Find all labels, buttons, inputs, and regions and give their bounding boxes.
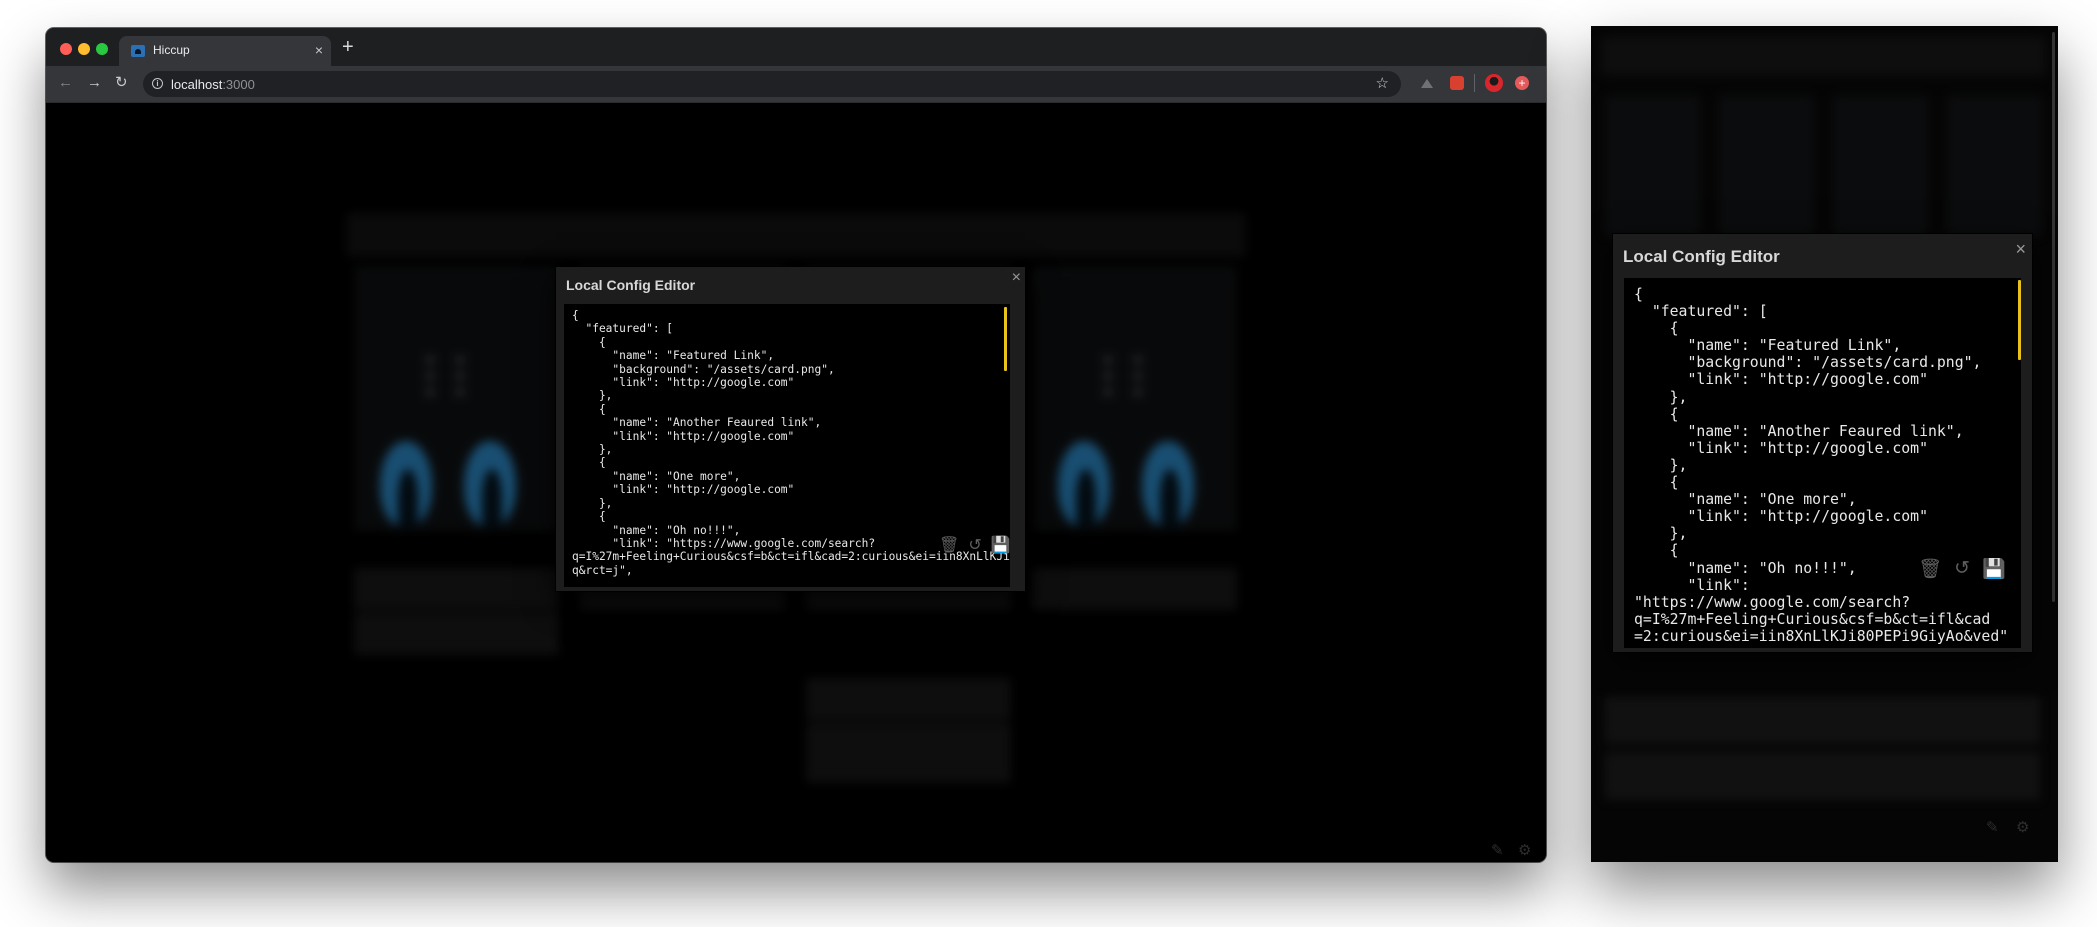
blurred-category-link — [1032, 568, 1237, 610]
blurred-eye-graphic — [1142, 441, 1194, 527]
panel-scrollbar[interactable] — [2052, 32, 2055, 602]
bookmark-star-icon[interactable]: ☆ — [1376, 74, 1389, 92]
hiccup-favicon-icon — [131, 45, 145, 57]
new-tab-button[interactable]: + — [342, 37, 354, 57]
blurred-eye-graphic — [1058, 441, 1110, 527]
trash-icon[interactable]: 🗑 — [1918, 557, 1942, 581]
code-scrollbar-thumb[interactable] — [1004, 307, 1007, 371]
blurred-featured-card — [354, 266, 559, 531]
blurred-category-link — [806, 723, 1011, 783]
blurred-eye-graphic — [464, 441, 516, 527]
config-editor-actions: 🗑 ↺ 💾 — [939, 535, 1011, 555]
url-host: localhost — [171, 77, 223, 92]
browser-window: Hiccup × + ← → ↻ i localhost:3000 ☆ + ✎ … — [46, 28, 1546, 862]
maximize-window-button[interactable] — [96, 43, 108, 55]
extension-triangle-icon[interactable] — [1421, 79, 1433, 88]
close-icon[interactable]: × — [2015, 239, 2026, 260]
tab-close-icon[interactable]: × — [315, 41, 323, 59]
screenshot-stage: Hiccup × + ← → ↻ i localhost:3000 ☆ + ✎ … — [0, 0, 2097, 927]
blurred-search-bar — [346, 213, 1246, 257]
minimize-window-button[interactable] — [78, 43, 90, 55]
extension-add-icon[interactable]: + — [1515, 76, 1529, 90]
blurred-dot — [1134, 372, 1142, 380]
trash-icon[interactable]: 🗑 — [939, 535, 959, 555]
page-settings-gear-icon[interactable]: ⚙ — [2016, 818, 2029, 836]
blurred-dot — [1104, 372, 1112, 380]
blurred-featured-card — [1833, 96, 1928, 236]
config-editor-modal-large: Local Config Editor × { "featured": [ { … — [1613, 234, 2032, 652]
blurred-dot — [1134, 356, 1142, 364]
blurred-eye-graphic — [380, 441, 432, 527]
blurred-featured-card — [1947, 96, 2042, 236]
url-text: localhost:3000 — [171, 77, 255, 92]
browser-tab-hiccup[interactable]: Hiccup × — [119, 36, 331, 66]
page-edit-pencil-icon[interactable]: ✎ — [1986, 818, 1999, 836]
blurred-dot — [426, 372, 434, 380]
narrow-view-panel: Local Config Editor × { "featured": [ { … — [1591, 26, 2058, 862]
save-icon[interactable]: 💾 — [1982, 557, 2006, 581]
blurred-category-link — [1605, 752, 2040, 800]
undo-icon[interactable]: ↺ — [968, 535, 981, 555]
blurred-category-link — [354, 613, 559, 655]
blurred-dot — [1104, 356, 1112, 364]
blurred-category-link — [354, 568, 559, 610]
blurred-featured-card — [1605, 96, 1700, 236]
blurred-category-link — [806, 678, 1011, 720]
site-info-icon[interactable]: i — [152, 78, 163, 89]
config-editor-title: Local Config Editor — [566, 277, 696, 293]
config-editor-modal: Local Config Editor × { "featured": [ { … — [556, 267, 1025, 591]
blurred-dot — [1104, 388, 1112, 396]
blurred-category-link — [1605, 696, 2040, 744]
config-editor-title: Local Config Editor — [1623, 247, 1780, 266]
blurred-dot — [456, 356, 464, 364]
code-scrollbar-thumb[interactable] — [2018, 280, 2021, 360]
forward-arrow-icon[interactable]: → — [87, 74, 102, 92]
url-port: :3000 — [222, 77, 255, 92]
blurred-featured-card — [1719, 96, 1814, 236]
undo-icon[interactable]: ↺ — [1954, 557, 1970, 581]
page-settings-gear-icon[interactable]: ⚙ — [1518, 841, 1531, 859]
blurred-search-bar — [1601, 36, 2046, 76]
reload-icon[interactable]: ↻ — [115, 74, 128, 92]
blurred-dot — [426, 388, 434, 396]
close-icon[interactable]: × — [1012, 269, 1021, 287]
config-editor-actions: 🗑 ↺ 💾 — [1918, 557, 2006, 581]
tab-title: Hiccup — [153, 43, 190, 57]
browser-toolbar: ← → ↻ i localhost:3000 ☆ + — [46, 66, 1546, 103]
toolbar-divider — [1474, 74, 1475, 92]
blurred-dot — [456, 388, 464, 396]
blurred-featured-card — [1032, 266, 1237, 531]
blurred-dot — [456, 372, 464, 380]
blurred-dot — [426, 356, 434, 364]
back-arrow-icon[interactable]: ← — [58, 74, 73, 92]
save-icon[interactable]: 💾 — [991, 535, 1011, 555]
page-edit-pencil-icon[interactable]: ✎ — [1491, 841, 1504, 859]
config-code-text: { "featured": [ { "name": "Featured Link… — [1634, 286, 2009, 645]
close-window-button[interactable] — [60, 43, 72, 55]
tab-strip: Hiccup × + — [46, 28, 1546, 66]
address-bar[interactable]: i localhost:3000 ☆ — [143, 71, 1401, 97]
config-code-textarea[interactable]: { "featured": [ { "name": "Featured Link… — [1624, 278, 2021, 648]
profile-avatar[interactable] — [1485, 74, 1503, 92]
blurred-dot — [1134, 388, 1142, 396]
extension-red-icon[interactable] — [1450, 76, 1464, 90]
